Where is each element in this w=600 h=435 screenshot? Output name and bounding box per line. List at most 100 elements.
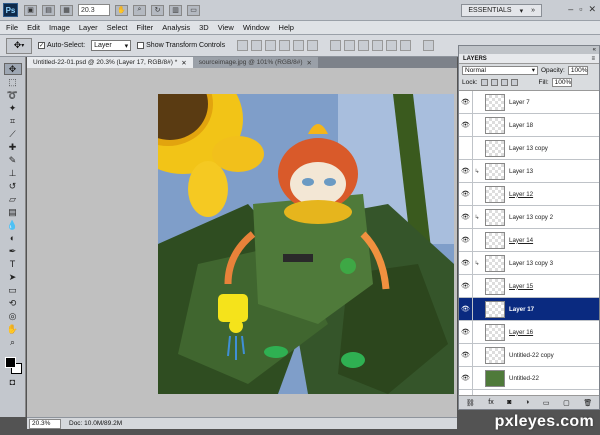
link-layers-icon[interactable]: ⛓ — [466, 399, 475, 407]
eye-icon[interactable]: 👁 — [459, 297, 473, 321]
layer-row[interactable]: 👁 ↳ Layer 13 copy 3 — [459, 251, 599, 275]
align-left-icon[interactable] — [279, 40, 291, 51]
layer-row[interactable]: 👁 Layer 18 — [459, 113, 599, 137]
layer-style-icon[interactable]: fx — [488, 399, 493, 406]
lock-all-icon[interactable] — [510, 78, 518, 86]
tab-untitled-22[interactable]: Untitled-22-01.psd @ 20.3% (Layer 17, RG… — [27, 57, 193, 68]
adjustment-layer-icon[interactable]: ◑ — [525, 399, 529, 406]
eye-icon[interactable]: 👁 — [459, 182, 473, 206]
layer-row[interactable]: 👁 Layer 16 — [459, 320, 599, 344]
align-right-icon[interactable] — [307, 40, 319, 51]
layer-row[interactable]: 👁 Layer 14 — [459, 228, 599, 252]
history-brush-icon[interactable]: ↺ — [4, 180, 22, 192]
layer-name[interactable]: Untitled-22 — [509, 375, 539, 382]
minibridge-icon[interactable]: ▤ — [42, 4, 55, 16]
auto-select-checkbox[interactable]: ✓ Auto-Select: — [38, 42, 85, 49]
layer-thumbnail[interactable] — [485, 139, 505, 157]
new-group-icon[interactable]: ▭ — [543, 399, 550, 407]
foreground-color-swatch[interactable] — [4, 357, 16, 368]
collapse-icon[interactable]: « — [593, 47, 596, 53]
maximize-icon[interactable]: ▫ — [579, 4, 582, 15]
fill-input[interactable]: 100% — [551, 77, 572, 87]
panel-menu-icon[interactable]: ≡ — [591, 56, 595, 62]
show-transform-checkbox[interactable]: Show Transform Controls — [137, 42, 225, 49]
workspace-switcher[interactable]: ESSENTIALS ▾ » — [461, 4, 542, 17]
distribute-top-icon[interactable] — [330, 40, 342, 51]
menu-window[interactable]: Window — [243, 23, 270, 32]
layer-thumbnail[interactable] — [485, 231, 505, 249]
eye-icon[interactable]: 👁 — [459, 205, 473, 229]
quick-mask-icon[interactable]: ◘ — [4, 376, 22, 388]
eye-icon[interactable]: 👁 — [459, 343, 473, 367]
menu-help[interactable]: Help — [279, 23, 294, 32]
lock-position-icon[interactable] — [500, 78, 508, 86]
layer-row[interactable]: 👁 Untitled-22 copy — [459, 343, 599, 367]
rotate-view-icon[interactable]: ↻ — [151, 4, 164, 16]
crop-tool-icon[interactable]: ⌗ — [4, 115, 22, 127]
layer-row[interactable]: 👁 Layer 15 — [459, 274, 599, 298]
eye-hidden-icon[interactable] — [459, 136, 473, 160]
eraser-icon[interactable]: ▱ — [4, 193, 22, 205]
distribute-left-icon[interactable] — [372, 40, 384, 51]
view-extras-icon[interactable]: ▦ — [60, 4, 73, 16]
arrange-documents-icon[interactable]: ▥ — [169, 4, 182, 16]
layer-thumbnail[interactable] — [485, 185, 505, 203]
align-top-icon[interactable] — [237, 40, 249, 51]
layer-name[interactable]: Layer 13 — [509, 168, 533, 175]
layer-row[interactable]: 👁 Untitled-22 — [459, 366, 599, 390]
menu-3d[interactable]: 3D — [199, 23, 209, 32]
pen-tool-icon[interactable]: ✒ — [4, 245, 22, 257]
canvas-area[interactable] — [27, 68, 457, 417]
menu-file[interactable]: File — [6, 23, 18, 32]
layer-thumbnail[interactable] — [485, 346, 505, 364]
layer-thumbnail[interactable] — [485, 323, 505, 341]
app-zoom-field[interactable]: 20.3 — [78, 4, 110, 16]
layer-name[interactable]: Layer 18 — [509, 122, 533, 129]
hand-tool-icon[interactable]: ✋ — [115, 4, 128, 16]
status-zoom-field[interactable]: 20.3% — [29, 418, 61, 429]
blur-tool-icon[interactable]: 💧 — [4, 219, 22, 231]
eye-icon[interactable]: 👁 — [459, 113, 473, 137]
document-size-info[interactable]: Doc: 10.0M/89.2M — [69, 420, 122, 427]
3d-rotate-icon[interactable]: ⟲ — [4, 297, 22, 309]
layer-name[interactable]: Layer 15 — [509, 283, 533, 290]
close-icon[interactable]: ✕ — [588, 4, 596, 15]
blend-mode-dropdown[interactable]: Normal ▾ — [462, 65, 538, 75]
delete-layer-icon[interactable]: 🗑 — [583, 399, 592, 407]
eye-icon[interactable]: 👁 — [459, 91, 473, 114]
layer-name[interactable]: Layer 14 — [509, 237, 533, 244]
lock-pixels-icon[interactable] — [490, 78, 498, 86]
menu-edit[interactable]: Edit — [27, 23, 40, 32]
align-bottom-icon[interactable] — [265, 40, 277, 51]
bridge-icon[interactable]: ▣ — [24, 4, 37, 16]
zoom-tool-icon[interactable]: ⌕ — [133, 4, 146, 16]
panel-titlebar[interactable]: « — [459, 46, 599, 54]
layer-name[interactable]: Layer 12 — [509, 191, 533, 198]
menu-layer[interactable]: Layer — [79, 23, 98, 32]
eye-icon[interactable]: 👁 — [459, 320, 473, 344]
layer-thumbnail[interactable] — [485, 162, 505, 180]
auto-align-icon[interactable] — [423, 40, 435, 51]
layer-thumbnail[interactable] — [485, 93, 505, 111]
3d-camera-icon[interactable]: ◎ — [4, 310, 22, 322]
layer-name[interactable]: Layer 13 copy 3 — [509, 260, 553, 267]
menu-analysis[interactable]: Analysis — [162, 23, 190, 32]
move-tool-preset-picker[interactable]: ✥ ▾ — [6, 37, 32, 54]
shape-tool-icon[interactable]: ▭ — [4, 284, 22, 296]
layer-thumbnail[interactable] — [485, 254, 505, 272]
layer-name[interactable]: Layer 13 copy 2 — [509, 214, 553, 221]
eye-icon[interactable]: 👁 — [459, 159, 473, 183]
minimize-icon[interactable]: – — [568, 4, 573, 15]
lock-transparency-icon[interactable] — [480, 78, 488, 86]
align-vcenter-icon[interactable] — [251, 40, 263, 51]
layer-thumbnail[interactable] — [485, 208, 505, 226]
distribute-vcenter-icon[interactable] — [344, 40, 356, 51]
eyedropper-icon[interactable]: ⟋ — [4, 128, 22, 140]
magic-wand-icon[interactable]: ✦ — [4, 102, 22, 114]
eye-icon[interactable]: 👁 — [459, 274, 473, 298]
distribute-hcenter-icon[interactable] — [386, 40, 398, 51]
align-hcenter-icon[interactable] — [293, 40, 305, 51]
layer-row[interactable]: 👁 ↳ Layer 13 copy 2 — [459, 205, 599, 229]
color-swatches[interactable] — [3, 355, 23, 375]
gradient-tool-icon[interactable]: ▤ — [4, 206, 22, 218]
